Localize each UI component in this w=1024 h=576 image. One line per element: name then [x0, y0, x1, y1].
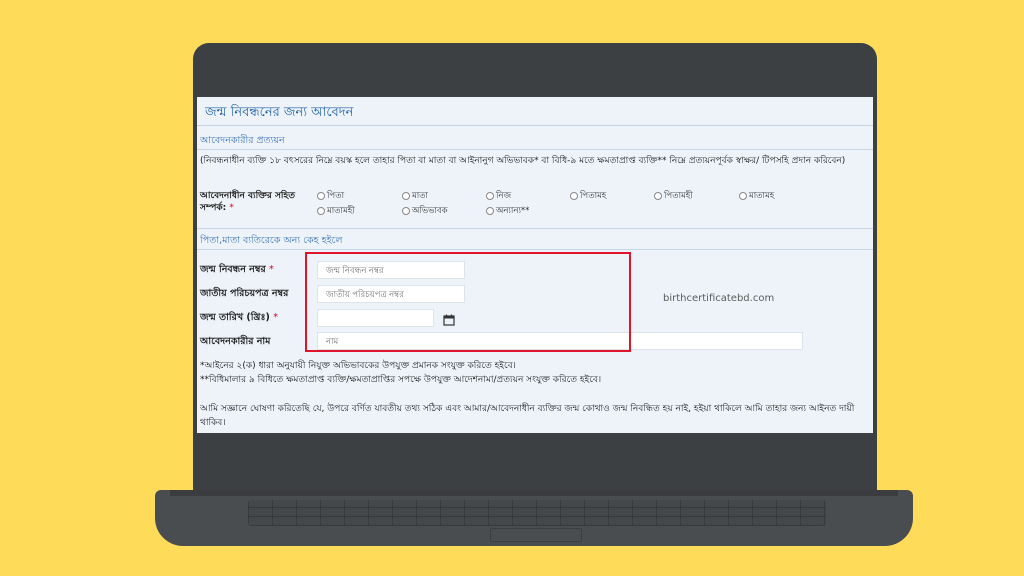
radio-father[interactable]: পিতা: [317, 189, 344, 203]
radio-mother[interactable]: মাতা: [402, 189, 428, 203]
form-title: জন্ম নিবন্ধনের জন্য আবেদন: [205, 105, 354, 120]
applicant-name-label: আবেদনকারীর নাম: [200, 336, 271, 347]
radio-father-label: পিতা: [327, 191, 345, 201]
radio-circle[interactable]: [317, 191, 325, 200]
declaration-text: আমি সজ্ঞানে ঘোষণা করিতেছি যে, উপরে বর্ণি…: [200, 404, 855, 428]
radio-paternal-grandmother[interactable]: পিতামহী: [654, 189, 693, 203]
radio-maternal-grandmother[interactable]: মাতামহী: [317, 204, 355, 218]
radio-circle[interactable]: [402, 191, 410, 200]
title-divider: [197, 125, 873, 126]
dob-label-text: জন্ম তারিখ (খ্রিঃ): [200, 312, 270, 323]
radio-circle[interactable]: [654, 191, 662, 200]
radio-self[interactable]: নিজ: [486, 189, 511, 203]
laptop-hinge: [170, 490, 898, 496]
radio-guardian[interactable]: অভিভাবক: [402, 204, 448, 218]
relation-label: আবেদনাধীন ব্যক্তির সহিত সম্পর্ক: *: [200, 190, 300, 214]
radio-maternal-grandmother-label: মাতামহী: [327, 206, 355, 216]
section-divider: [197, 249, 873, 250]
radio-maternal-grandfather-label: মাতামহ: [749, 191, 775, 201]
applicant-section-title: আবেদনকারীর প্রত্যয়ন: [200, 135, 285, 146]
birth-reg-label: জন্ম নিবন্ধন নম্বর *: [200, 263, 274, 278]
nid-label: জাতীয় পরিচয়পত্র নম্বর: [200, 288, 289, 299]
radio-guardian-label: অভিভাবক: [412, 206, 448, 216]
radio-other-label: অন্যান্য**: [496, 206, 530, 216]
dob-label: জন্ম তারিখ (খ্রিঃ) *: [200, 311, 278, 326]
radio-other[interactable]: অন্যান্য**: [486, 204, 529, 218]
birth-reg-label-text: জন্ম নিবন্ধন নম্বর: [200, 264, 266, 275]
required-mark: *: [268, 264, 274, 275]
radio-circle[interactable]: [570, 191, 578, 200]
radio-maternal-grandfather[interactable]: মাতামহ: [739, 189, 774, 203]
radio-circle[interactable]: [739, 191, 747, 200]
radio-circle[interactable]: [317, 206, 325, 215]
radio-circle[interactable]: [486, 191, 494, 200]
applicant-instruction: (নিবন্ধনাধীন ব্যক্তি ১৮ বৎসরের নিম্নে বয…: [200, 156, 846, 166]
radio-circle[interactable]: [486, 206, 494, 215]
other-person-section-title: পিতা,মাতা ব্যতিরেকে অন্য কেহ হইলে: [200, 235, 343, 246]
laptop-keyboard: [248, 500, 826, 526]
required-mark: *: [273, 312, 278, 323]
radio-mother-label: মাতা: [412, 191, 429, 201]
guardian-note: *আইনের ২(ক) ধারা অনুযায়ী নিযুক্ত অভিভাব…: [200, 361, 516, 371]
radio-paternal-grandfather-label: পিতামহ: [580, 191, 607, 201]
radio-paternal-grandmother-label: পিতামহী: [664, 191, 693, 201]
section-divider: [197, 228, 873, 229]
radio-paternal-grandfather[interactable]: পিতামহ: [570, 189, 606, 203]
laptop-trackpad: [490, 528, 582, 542]
watermark: birthcertificatebd.com: [663, 293, 775, 304]
highlight-box: [305, 252, 631, 352]
required-mark: *: [229, 203, 234, 213]
radio-circle[interactable]: [402, 206, 410, 215]
radio-self-label: নিজ: [496, 191, 512, 201]
section-divider: [197, 149, 873, 150]
authorized-person-note: **বিধিমালার ৯ বিধিতে ক্ষমতাপ্রাপ্ত ব্যক্…: [200, 375, 602, 385]
relation-label-text: আবেদনাধীন ব্যক্তির সহিত সম্পর্ক:: [200, 191, 295, 213]
